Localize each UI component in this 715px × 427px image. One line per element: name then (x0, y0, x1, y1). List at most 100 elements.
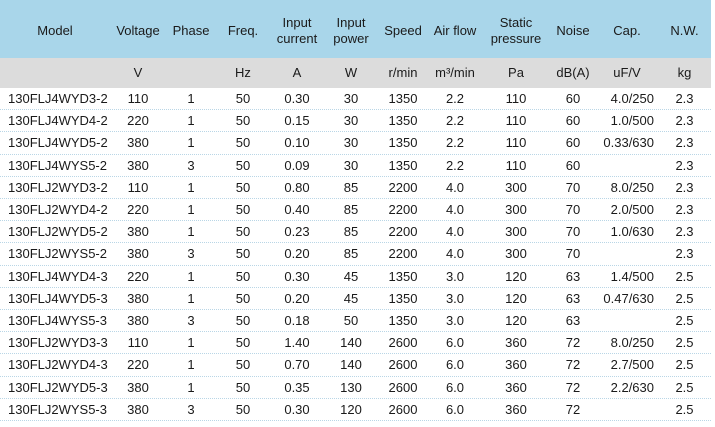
cell-nw: 2.3 (675, 91, 694, 107)
cell-input-power: 30 (343, 135, 359, 151)
cell-air-flow: 6.0 (445, 335, 465, 351)
cell-nw: 2.5 (675, 290, 694, 306)
cell-air-flow: 3.0 (445, 290, 465, 306)
cell-cap: 8.0/250 (610, 179, 654, 195)
unit-noise: dB(A) (556, 65, 590, 80)
cell-voltage: 380 (127, 157, 149, 173)
cell-cap (596, 155, 658, 177)
cell-input-current: 0.30 (284, 91, 310, 107)
cell-static-pressure: 300 (505, 179, 527, 195)
cell-phase: 1 (187, 91, 195, 107)
cell-air-flow: 2.2 (445, 113, 465, 129)
cell-noise: 70 (565, 246, 581, 262)
cell-nw: 2.5 (675, 379, 694, 395)
cell-voltage: 220 (127, 202, 149, 218)
cell-model: 130FLJ2WYS5-3 (8, 401, 107, 417)
cell-nw: 2.3 (675, 179, 694, 195)
cell-cap (596, 399, 658, 421)
header-input-power: Input power (333, 15, 369, 46)
cell-voltage: 110 (127, 179, 149, 195)
cell-cap: 1.4/500 (610, 268, 654, 284)
cell-noise: 72 (565, 401, 581, 417)
cell-speed: 1350 (388, 113, 418, 129)
cell-speed: 1350 (388, 91, 418, 107)
cell-input-current: 0.18 (284, 313, 310, 329)
cell-noise: 63 (565, 290, 581, 306)
cell-input-current: 0.20 (284, 246, 310, 262)
cell-input-power: 85 (343, 224, 359, 240)
spec-table: Model Voltage Phase Freq. Input current Input… (0, 0, 715, 427)
cell-voltage: 380 (127, 313, 149, 329)
cell-model: 130FLJ4WYD4-2 (8, 113, 108, 129)
cell-cap: 1.0/630 (610, 224, 654, 240)
cell-freq: 50 (235, 357, 251, 373)
cell-input-power: 30 (343, 113, 359, 129)
cell-static-pressure: 300 (505, 202, 527, 218)
header-air-flow: Air flow (433, 23, 477, 38)
cell-static-pressure: 120 (505, 268, 527, 284)
cell-noise: 70 (565, 179, 581, 195)
cell-input-current: 0.70 (284, 357, 310, 373)
cell-freq: 50 (235, 202, 251, 218)
cell-freq: 50 (235, 290, 251, 306)
cell-input-power: 45 (343, 268, 359, 284)
cell-input-current: 0.30 (284, 401, 310, 417)
cell-speed: 2600 (388, 335, 418, 351)
cell-input-power: 130 (340, 379, 362, 395)
cell-air-flow: 3.0 (445, 313, 465, 329)
cell-input-current: 0.30 (284, 268, 310, 284)
cell-voltage: 220 (127, 357, 149, 373)
cell-input-current: 0.15 (284, 113, 310, 129)
header-input-current: Input current (276, 15, 318, 46)
unit-nw: kg (677, 65, 692, 80)
cell-static-pressure: 120 (505, 290, 527, 306)
cell-phase: 1 (187, 357, 195, 373)
unit-voltage: V (133, 65, 143, 80)
cell-phase: 3 (187, 157, 195, 173)
cell-nw: 2.3 (675, 157, 694, 173)
cell-nw: 2.3 (675, 202, 694, 218)
cell-speed: 1350 (388, 135, 418, 151)
cell-nw: 2.5 (675, 268, 694, 284)
cell-freq: 50 (235, 91, 251, 107)
cell-speed: 1350 (388, 157, 418, 173)
cell-phase: 3 (187, 246, 195, 262)
cell-noise: 60 (565, 135, 581, 151)
header-static-pressure: Static pressure (490, 15, 542, 46)
cell-nw: 2.3 (675, 113, 694, 129)
cell-cap: 2.7/500 (610, 357, 654, 373)
cell-input-current: 0.09 (284, 157, 310, 173)
cell-input-power: 85 (343, 246, 359, 262)
cell-speed: 2200 (388, 224, 418, 240)
cell-nw: 2.5 (675, 401, 694, 417)
cell-input-power: 140 (340, 335, 362, 351)
cell-voltage: 380 (127, 246, 149, 262)
cell-speed: 2600 (388, 357, 418, 373)
cell-speed: 2200 (388, 246, 418, 262)
cell-phase: 1 (187, 113, 195, 129)
cell-voltage: 220 (127, 113, 149, 129)
cell-nw: 2.5 (675, 357, 694, 373)
cell-air-flow: 4.0 (445, 179, 465, 195)
cell-nw: 2.3 (675, 224, 694, 240)
cell-cap: 2.2/630 (610, 379, 654, 395)
cell-noise: 60 (565, 157, 581, 173)
cell-phase: 1 (187, 224, 195, 240)
unit-input-power: W (344, 65, 358, 80)
cell-voltage: 380 (127, 379, 149, 395)
cell-voltage: 110 (127, 91, 149, 107)
cell-model: 130FLJ2WYD5-2 (8, 224, 108, 240)
header-model: Model (37, 23, 73, 38)
cell-input-current: 0.23 (284, 224, 310, 240)
unit-air-flow: m³/min (435, 65, 475, 80)
unit-input-current: A (292, 65, 302, 80)
cell-freq: 50 (235, 157, 251, 173)
cell-input-power: 140 (340, 357, 362, 373)
cell-cap: 1.0/500 (610, 113, 654, 129)
cell-model: 130FLJ2WYD4-2 (8, 202, 108, 218)
cell-freq: 50 (235, 401, 251, 417)
cell-input-current: 0.35 (284, 379, 310, 395)
unit-static-pressure: Pa (508, 65, 524, 80)
cell-phase: 1 (187, 135, 195, 151)
cell-model: 130FLJ4WYS5-3 (8, 313, 107, 329)
